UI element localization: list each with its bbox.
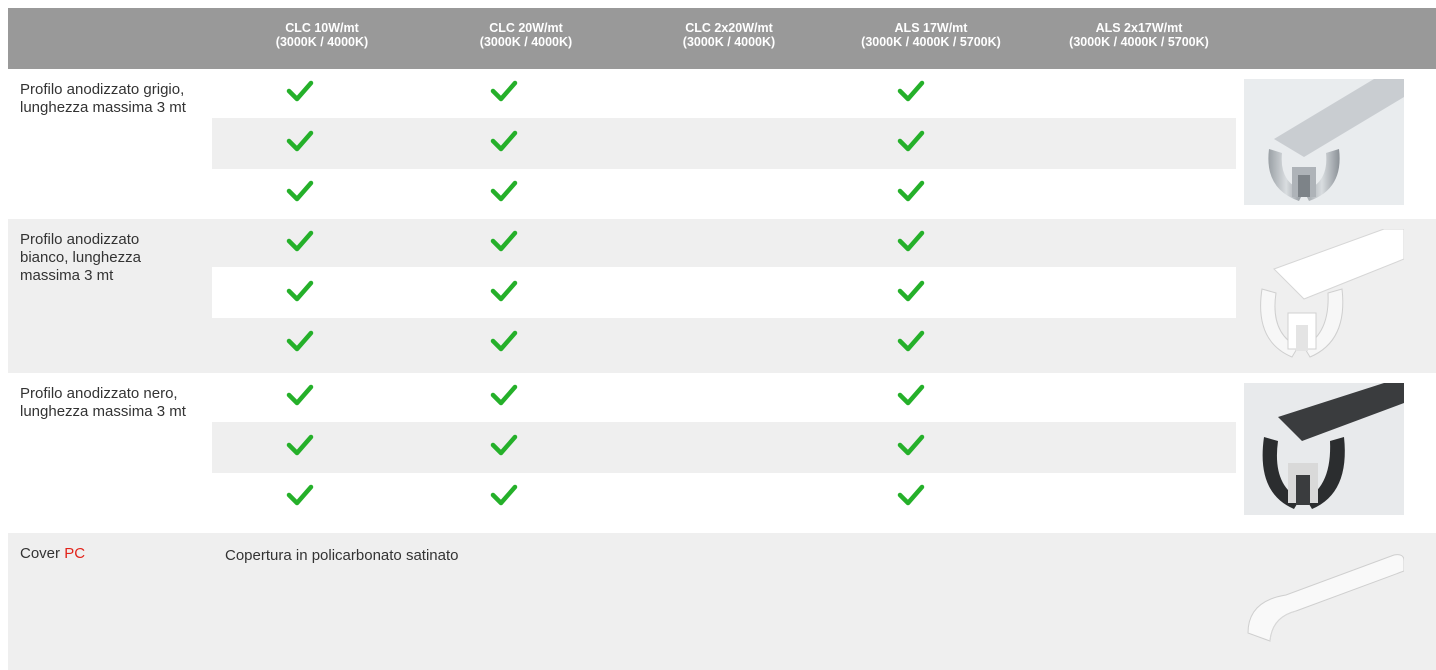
cover-row: Cover PC Copertura in policarbonato sati… xyxy=(8,533,1436,670)
check-icon xyxy=(490,434,518,456)
table-header: CLC 10W/mt (3000K / 4000K) CLC 20W/mt (3… xyxy=(8,8,1436,69)
product-row-nero: Profilo anodizzato nero, lunghezza massi… xyxy=(8,373,1436,519)
column-name: ALS 17W/mt xyxy=(894,21,968,35)
check-icon xyxy=(286,330,314,352)
check-icon xyxy=(490,80,518,102)
check-icon xyxy=(286,384,314,406)
column-header-clc-20w: CLC 20W/mt (3000K / 4000K) xyxy=(431,21,621,49)
check-icon xyxy=(490,130,518,152)
column-temps: (3000K / 4000K) xyxy=(479,35,573,49)
product-row-grigio: Profilo anodizzato grigio, lunghezza mas… xyxy=(8,69,1436,215)
check-icon xyxy=(897,180,925,202)
row-stripe xyxy=(212,422,1236,473)
check-icon xyxy=(490,484,518,506)
check-icon xyxy=(286,80,314,102)
check-icon xyxy=(897,484,925,506)
column-header-als-17w: ALS 17W/mt (3000K / 4000K / 5700K) xyxy=(836,21,1026,49)
column-temps: (3000K / 4000K / 5700K) xyxy=(861,35,1001,49)
cover-image xyxy=(1244,545,1404,645)
column-header-clc-10w: CLC 10W/mt (3000K / 4000K) xyxy=(227,21,417,49)
row-stripe xyxy=(212,267,1236,318)
column-header-als-2x17w: ALS 2x17W/mt (3000K / 4000K / 5700K) xyxy=(1044,21,1234,49)
column-temps: (3000K / 4000K) xyxy=(275,35,369,49)
white-profile-image xyxy=(1244,229,1404,363)
check-icon xyxy=(286,180,314,202)
product-row-bianco: Profilo anodizzato bianco, lunghezza mas… xyxy=(8,219,1436,373)
row-label: Profilo anodizzato nero, lunghezza massi… xyxy=(20,385,186,420)
check-icon xyxy=(897,130,925,152)
check-icon xyxy=(286,230,314,252)
cover-description: Copertura in policarbonato satinato xyxy=(225,547,459,564)
check-icon xyxy=(286,280,314,302)
column-header-clc-2x20w: CLC 2x20W/mt (3000K / 4000K) xyxy=(634,21,824,49)
check-icon xyxy=(490,330,518,352)
check-icon xyxy=(490,180,518,202)
check-icon xyxy=(490,230,518,252)
check-icon xyxy=(897,330,925,352)
column-name: CLC 2x20W/mt xyxy=(685,21,773,35)
column-temps: (3000K / 4000K) xyxy=(682,35,776,49)
check-icon xyxy=(286,434,314,456)
cover-label-accent: PC xyxy=(64,545,86,562)
cover-label: Cover PC xyxy=(20,545,190,563)
check-icon xyxy=(897,384,925,406)
check-icon xyxy=(897,434,925,456)
check-icon xyxy=(897,230,925,252)
check-icon xyxy=(286,484,314,506)
row-stripe xyxy=(212,118,1236,169)
check-icon xyxy=(897,280,925,302)
check-icon xyxy=(490,384,518,406)
column-temps: (3000K / 4000K / 5700K) xyxy=(1069,35,1209,49)
grey-profile-image xyxy=(1244,79,1404,205)
row-label: Profilo anodizzato bianco, lunghezza mas… xyxy=(20,231,141,284)
column-name: CLC 10W/mt xyxy=(285,21,359,35)
cover-label-text: Cover xyxy=(20,545,61,562)
black-profile-image xyxy=(1244,383,1404,515)
check-icon xyxy=(286,130,314,152)
column-name: CLC 20W/mt xyxy=(489,21,563,35)
row-label: Profilo anodizzato grigio, lunghezza mas… xyxy=(20,81,186,116)
check-icon xyxy=(490,280,518,302)
check-icon xyxy=(897,80,925,102)
column-name: ALS 2x17W/mt xyxy=(1095,21,1183,35)
